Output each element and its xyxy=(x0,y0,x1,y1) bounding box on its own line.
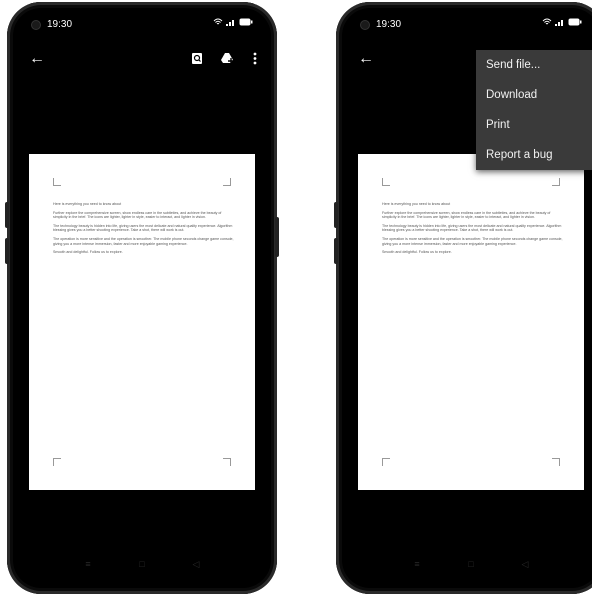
phone-frame-right: 19:30 ← Here is everything you need to k… xyxy=(334,2,592,594)
nav-bar: ≡ □ ◁ xyxy=(17,560,267,572)
status-icons xyxy=(542,18,582,26)
battery-icon xyxy=(568,18,582,26)
volume-button xyxy=(334,202,338,228)
menu-item-print[interactable]: Print xyxy=(476,110,592,140)
home-nav-icon[interactable]: □ xyxy=(138,560,146,569)
phone-frame-left: 19:30 ← Here is everything you need to k… xyxy=(5,2,279,594)
menu-item-report-bug[interactable]: Report a bug xyxy=(476,140,592,170)
document-text: Here is everything you need to know abou… xyxy=(382,202,564,259)
doc-paragraph: The technology beauty is hidden into lif… xyxy=(53,223,233,233)
back-arrow-icon[interactable]: ← xyxy=(29,50,45,68)
drive-add-icon[interactable] xyxy=(221,52,235,65)
volume-button xyxy=(334,238,338,264)
signal-icon xyxy=(555,20,563,26)
status-time: 19:30 xyxy=(47,19,73,30)
front-camera xyxy=(360,20,370,30)
volume-button xyxy=(5,202,9,228)
front-camera xyxy=(31,20,41,30)
doc-paragraph: The technology beauty is hidden into lif… xyxy=(382,223,562,233)
doc-paragraph: The operation is more sensitive and the … xyxy=(53,236,234,246)
home-nav-icon[interactable]: □ xyxy=(467,560,475,569)
crop-corner xyxy=(382,178,390,186)
status-time: 19:30 xyxy=(376,19,402,30)
crop-corner xyxy=(53,178,61,186)
crop-corner xyxy=(53,458,61,466)
overflow-menu: Send file... Download Print Report a bug xyxy=(476,50,592,170)
status-bar: 19:30 xyxy=(346,16,592,34)
menu-nav-icon[interactable]: ≡ xyxy=(84,560,92,569)
more-vert-icon[interactable] xyxy=(253,52,257,65)
menu-nav-icon[interactable]: ≡ xyxy=(413,560,421,569)
back-arrow-icon[interactable]: ← xyxy=(358,50,374,68)
crop-corner xyxy=(552,178,560,186)
power-button xyxy=(275,217,279,257)
document-page[interactable]: Here is everything you need to know abou… xyxy=(358,154,584,490)
toolbar-actions xyxy=(191,52,257,65)
menu-item-send-file[interactable]: Send file... xyxy=(476,50,592,80)
doc-paragraph: Smooth and delightful. Follow us to expl… xyxy=(382,250,452,255)
status-icons xyxy=(213,18,253,26)
phone-screen: 19:30 ← Here is everything you need to k… xyxy=(17,10,267,586)
document-text: Here is everything you need to know abou… xyxy=(53,202,235,259)
doc-paragraph: Further explore the comprehensive screen… xyxy=(382,210,551,220)
wifi-icon xyxy=(213,18,223,25)
doc-paragraph: Further explore the comprehensive screen… xyxy=(53,210,222,220)
menu-item-download[interactable]: Download xyxy=(476,80,592,110)
crop-corner xyxy=(223,178,231,186)
nav-bar: ≡ □ ◁ xyxy=(346,560,592,572)
doc-search-icon[interactable] xyxy=(191,52,203,65)
document-page[interactable]: Here is everything you need to know abou… xyxy=(29,154,255,490)
signal-icon xyxy=(226,20,234,26)
volume-button xyxy=(5,238,9,264)
crop-corner xyxy=(223,458,231,466)
app-bar: ← xyxy=(17,50,267,74)
doc-paragraph: Here is everything you need to know abou… xyxy=(382,202,451,206)
crop-corner xyxy=(552,458,560,466)
phone-screen: 19:30 ← Here is everything you need to k… xyxy=(346,10,592,586)
crop-corner xyxy=(382,458,390,466)
back-nav-icon[interactable]: ◁ xyxy=(192,560,200,569)
back-nav-icon[interactable]: ◁ xyxy=(521,560,529,569)
doc-paragraph: Here is everything you need to know abou… xyxy=(53,202,122,206)
doc-paragraph: The operation is more sensitive and the … xyxy=(382,236,563,246)
wifi-icon xyxy=(542,18,552,25)
status-bar: 19:30 xyxy=(17,16,267,34)
battery-icon xyxy=(239,18,253,26)
doc-paragraph: Smooth and delightful. Follow us to expl… xyxy=(53,250,123,255)
